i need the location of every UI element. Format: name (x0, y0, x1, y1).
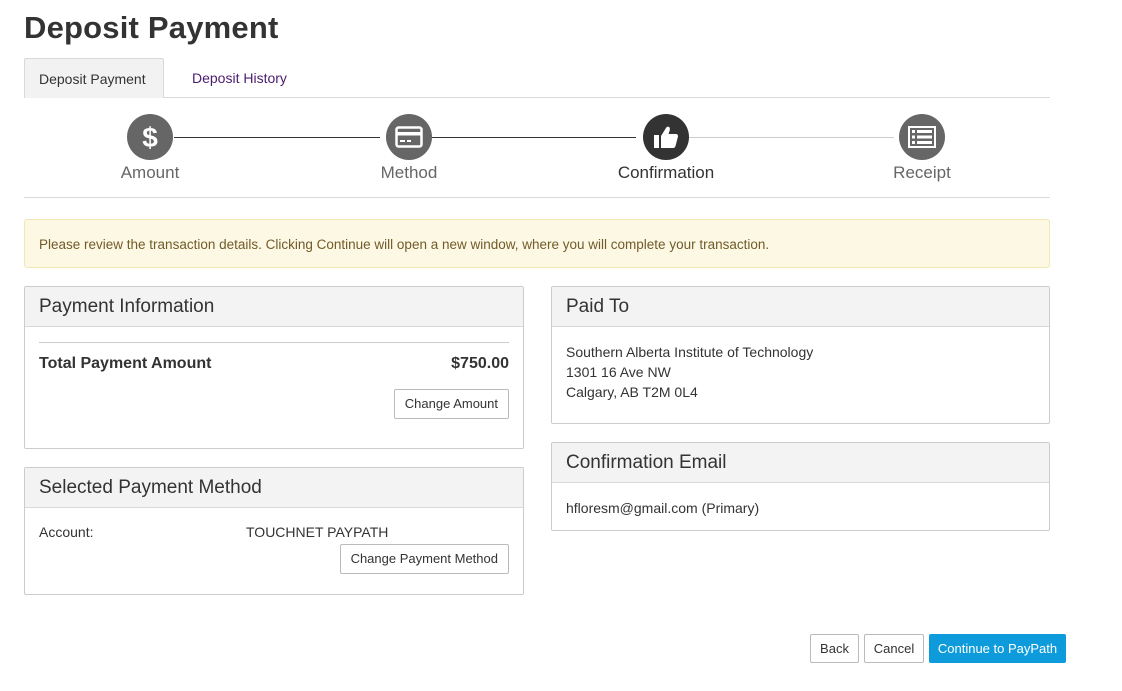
step-label: Confirmation (617, 163, 715, 182)
step-label: Amount (120, 163, 180, 182)
confirmation-email-panel: Confirmation Email hfloresm@gmail.com (P… (551, 442, 1050, 531)
list-icon (899, 114, 945, 160)
account-label: Account: (39, 524, 94, 540)
payee-name: Southern Alberta Institute of Technology (566, 344, 814, 360)
payee-city: Calgary, AB T2M 0L4 (566, 384, 698, 400)
confirmation-email-value: hfloresm@gmail.com (Primary) (566, 500, 760, 516)
page-title: Deposit Payment (24, 10, 279, 45)
thumbs-up-icon (643, 114, 689, 160)
total-amount-row: Total Payment Amount $750.00 (39, 355, 509, 373)
step-confirmation: Confirmation (606, 114, 726, 183)
total-amount-label: Total Payment Amount (39, 355, 212, 372)
panel-body: Account: TOUCHNET PAYPATH Change Payment… (25, 508, 523, 588)
panel-body: Total Payment Amount $750.00 Change Amou… (25, 327, 523, 433)
payee-street: 1301 16 Ave NW (566, 364, 671, 380)
dollar-icon: $ (127, 114, 173, 160)
panel-title: Payment Information (25, 287, 523, 327)
panel-body: Southern Alberta Institute of Technology… (552, 327, 1049, 416)
payment-information-panel: Payment Information Total Payment Amount… (24, 286, 524, 449)
paid-to-panel: Paid To Southern Alberta Institute of Te… (551, 286, 1050, 424)
payment-method-panel: Selected Payment Method Account: TOUCHNE… (24, 467, 524, 595)
continue-to-paypath-button[interactable]: Continue to PayPath (929, 634, 1066, 663)
credit-card-icon (386, 114, 432, 160)
footer-actions: Back Cancel Continue to PayPath (810, 634, 1066, 663)
step-label: Method (380, 163, 438, 182)
review-alert: Please review the transaction details. C… (24, 219, 1050, 268)
cancel-button[interactable]: Cancel (864, 634, 924, 663)
tab-bar: Deposit Payment Deposit History (24, 58, 1050, 98)
panel-title: Paid To (552, 287, 1049, 327)
back-button[interactable]: Back (810, 634, 859, 663)
panel-title: Selected Payment Method (25, 468, 523, 508)
change-amount-button[interactable]: Change Amount (393, 389, 509, 419)
divider (39, 342, 509, 343)
panel-title: Confirmation Email (552, 443, 1049, 483)
panel-body: hfloresm@gmail.com (Primary) (552, 483, 1049, 532)
change-payment-method-button[interactable]: Change Payment Method (339, 544, 509, 574)
step-label: Receipt (893, 163, 951, 182)
step-amount: $ Amount (90, 114, 210, 183)
progress-stepper: $ Amount Method Confirmation Receipt (24, 98, 1050, 198)
tab-deposit-payment[interactable]: Deposit Payment (24, 58, 164, 98)
total-amount-value: $750.00 (451, 355, 509, 372)
step-method: Method (349, 114, 469, 183)
svg-text:$: $ (142, 122, 158, 152)
account-value: TOUCHNET PAYPATH (246, 524, 389, 540)
tab-deposit-history[interactable]: Deposit History (178, 58, 301, 98)
step-receipt: Receipt (862, 114, 982, 183)
